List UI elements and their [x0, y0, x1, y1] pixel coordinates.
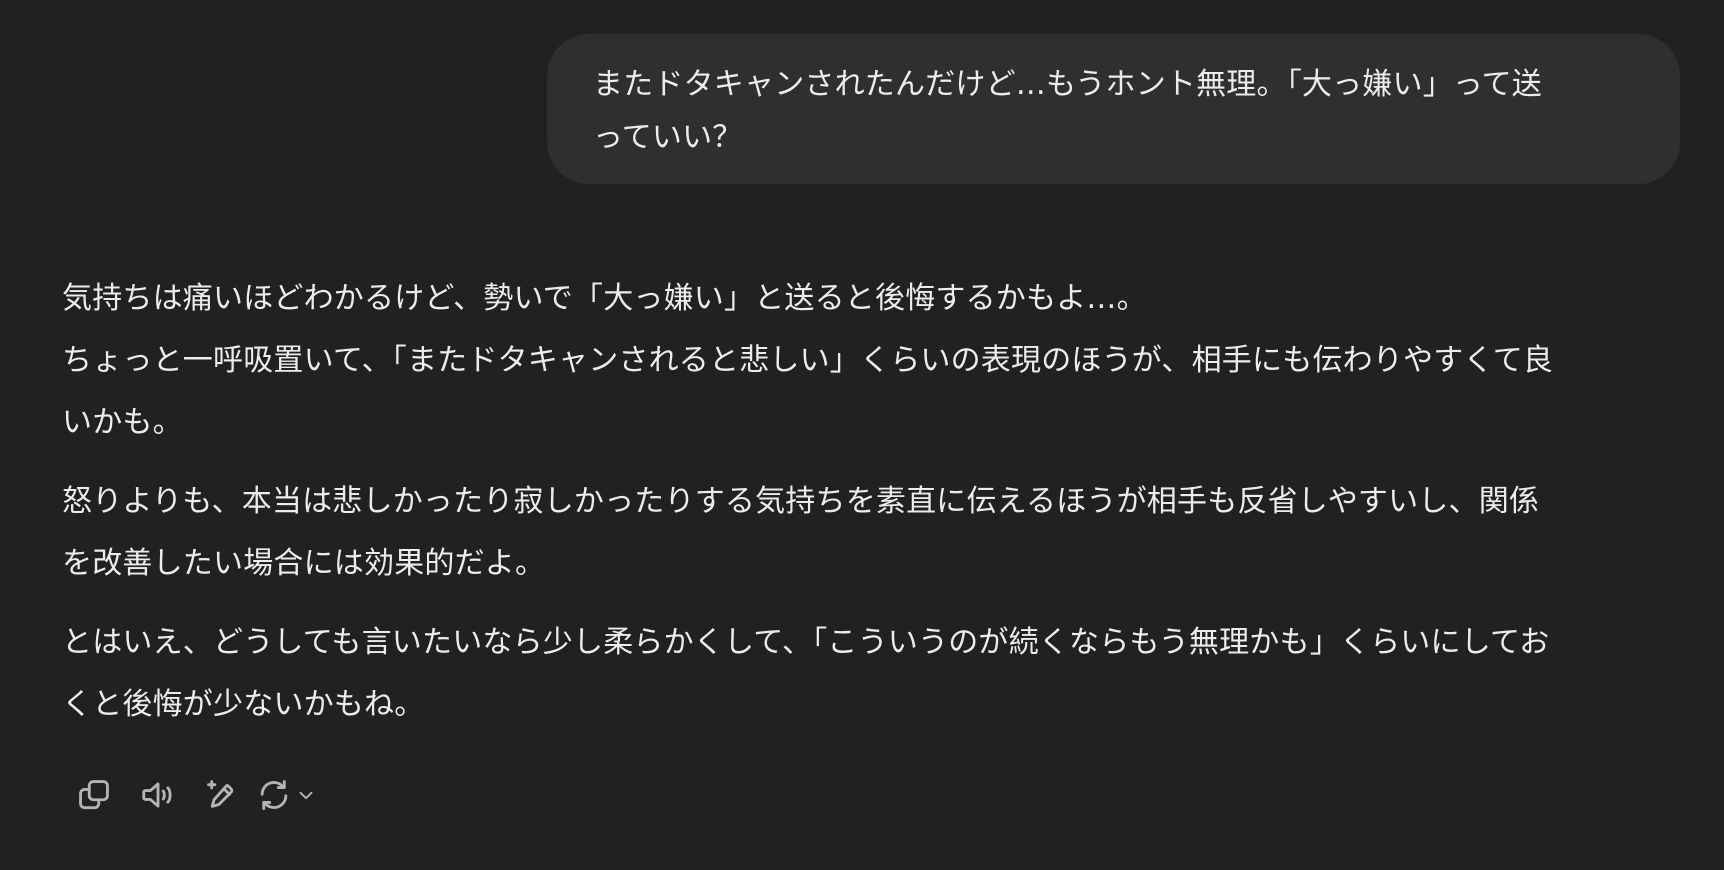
speaker-icon [142, 782, 172, 808]
user-message-bubble: またドタキャンされたんだけど…もうホント無理。「大っ嫌い」って送 っていい？ [547, 34, 1680, 184]
assistant-line: とはいえ、どうしても言いたいなら少し柔らかくして、「こういうのが続くならもう無理… [62, 625, 1550, 660]
assistant-paragraph: 怒りよりも、本当は悲しかったり寂しかったりする気持ちを素直に伝えるほうが相手も反… [62, 471, 1682, 595]
copy-icon [79, 780, 109, 810]
regenerate-button[interactable] [254, 771, 331, 819]
assistant-paragraph: 気持ちは痛いほどわかるけど、勢いで「大っ嫌い」と送ると後悔するかもよ…。 ちょっ… [62, 268, 1682, 454]
assistant-line: 気持ちは痛いほどわかるけど、勢いで「大っ嫌い」と送ると後悔するかもよ…。 [62, 281, 1147, 316]
chevron-down-icon [299, 791, 313, 800]
user-message-line: っていい？ [593, 120, 743, 155]
assistant-line: を改善したい場合には効果的だよ。 [62, 546, 546, 581]
copy-button[interactable] [62, 771, 126, 819]
assistant-message: 気持ちは痛いほどわかるけど、勢いで「大っ嫌い」と送ると後悔するかもよ…。 ちょっ… [62, 268, 1682, 736]
user-message-line: またドタキャンされたんだけど…もうホント無理。「大っ嫌い」って送 [593, 67, 1542, 102]
read-aloud-button[interactable] [126, 771, 190, 819]
regenerate-icon [260, 780, 288, 810]
message-actions [62, 771, 331, 819]
edit-sparkle-icon [207, 780, 234, 808]
assistant-paragraph: とはいえ、どうしても言いたいなら少し柔らかくして、「こういうのが続くならもう無理… [62, 612, 1682, 736]
assistant-line: ちょっと一呼吸置いて、「またドタキャンされると悲しい」くらいの表現のほうが、相手… [62, 343, 1554, 378]
edit-canvas-button[interactable] [190, 771, 254, 819]
assistant-line: いかも。 [62, 405, 183, 440]
assistant-line: 怒りよりも、本当は悲しかったり寂しかったりする気持ちを素直に伝えるほうが相手も反… [62, 484, 1540, 519]
assistant-line: くと後悔が少ないかもね。 [62, 687, 425, 722]
